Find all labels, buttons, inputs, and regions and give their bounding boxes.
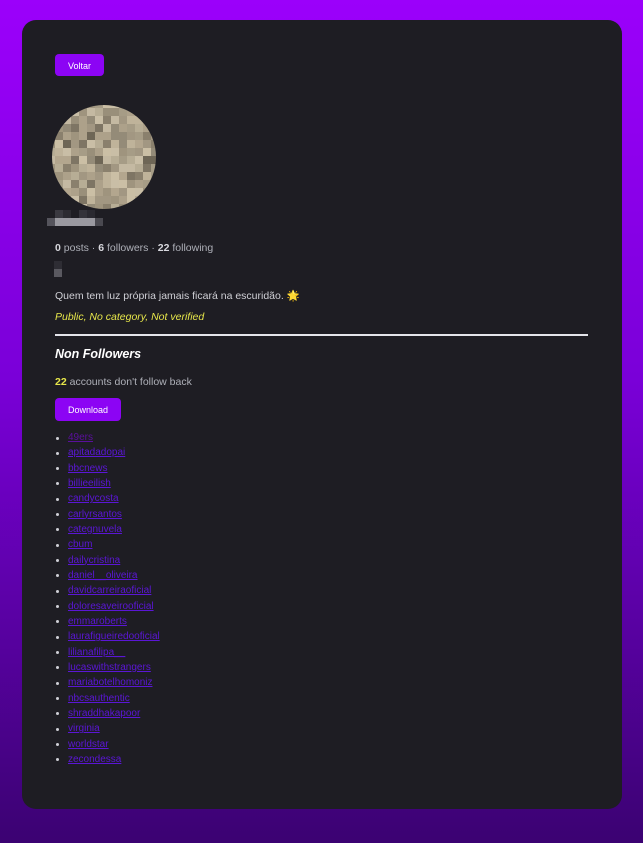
list-item: laurafigueiredooficial: [55, 629, 355, 644]
bullet-icon: [56, 681, 59, 685]
list-item: zecondessa: [55, 752, 355, 767]
bullet-icon: [56, 451, 59, 455]
bullet-icon: [56, 758, 59, 762]
censored-detail: [54, 261, 62, 277]
username-censored: [47, 210, 103, 226]
star-icon: 🌟: [286, 290, 300, 302]
following-count: 22: [157, 242, 170, 254]
list-item: worldstar: [55, 737, 355, 752]
bullet-icon: [56, 727, 59, 731]
list-item: mariabotelhomoniz: [55, 675, 355, 690]
bullet-icon: [56, 620, 59, 624]
list-item: shraddhakapoor: [55, 706, 355, 721]
profile-meta: Public, No category, Not verified: [55, 311, 205, 323]
list-item: bbcnews: [55, 461, 355, 476]
bullet-icon: [56, 635, 59, 639]
user-link[interactable]: worldstar: [68, 739, 109, 750]
user-link[interactable]: cbum: [68, 539, 92, 550]
user-link[interactable]: billieeilish: [68, 478, 111, 489]
bullet-icon: [56, 697, 59, 701]
user-link[interactable]: laurafigueiredooficial: [68, 631, 160, 642]
user-link[interactable]: nbcsauthentic: [68, 693, 130, 704]
list-item: emmaroberts: [55, 614, 355, 629]
posts-count: 0: [55, 242, 61, 254]
download-button[interactable]: Download: [55, 398, 121, 421]
list-item: davidcarreiraoficial: [55, 583, 355, 598]
bullet-icon: [56, 543, 59, 547]
list-item: cbum: [55, 537, 355, 552]
list-item: apitadadopai: [55, 445, 355, 460]
following-label: following: [172, 242, 214, 254]
user-link[interactable]: virginia: [68, 723, 100, 734]
user-link[interactable]: doloresaveirooficial: [68, 601, 154, 612]
profile-avatar: [47, 100, 161, 214]
user-link[interactable]: daniel__oliveira: [68, 570, 138, 581]
bullet-icon: [56, 589, 59, 593]
list-item: daniel__oliveira: [55, 568, 355, 583]
user-link[interactable]: candycosta: [68, 493, 119, 504]
user-link[interactable]: apitadadopai: [68, 447, 125, 458]
bullet-icon: [56, 743, 59, 747]
list-item: nbcsauthentic: [55, 691, 355, 706]
section-title: Non Followers: [55, 347, 142, 361]
bullet-icon: [56, 651, 59, 655]
user-link[interactable]: mariabotelhomoniz: [68, 677, 153, 688]
followers-count: 6: [98, 242, 105, 254]
list-item: 49ers: [55, 430, 355, 445]
count-number: 22: [55, 376, 67, 388]
profile-bio: Quem tem luz própria jamais ficará na es…: [55, 289, 300, 302]
bullet-icon: [56, 513, 59, 517]
list-item: doloresaveirooficial: [55, 599, 355, 614]
count-label: accounts don't follow back: [69, 376, 192, 388]
bullet-icon: [56, 467, 59, 471]
stats-separator: ·: [91, 242, 96, 254]
user-link[interactable]: shraddhakapoor: [68, 708, 140, 719]
bullet-icon: [56, 574, 59, 578]
bullet-icon: [56, 528, 59, 532]
user-link[interactable]: lucaswithstrangers: [68, 662, 151, 673]
bullet-icon: [56, 712, 59, 716]
posts-label: posts: [63, 242, 89, 254]
bio-text: Quem tem luz própria jamais ficará na es…: [55, 290, 284, 302]
list-item: categnuvela: [55, 522, 355, 537]
non-followers-list: 49ers apitadadopai bbcnews billieeilish cand…: [55, 430, 355, 767]
user-link[interactable]: lilianafilipa__: [68, 647, 125, 658]
list-item: carlyrsantos: [55, 507, 355, 522]
stats-separator: ·: [151, 242, 155, 254]
profile-stats: 0 posts · 6 followers · 22 following: [55, 242, 213, 254]
list-item: billieeilish: [55, 476, 355, 491]
back-button[interactable]: Voltar: [55, 54, 104, 76]
bullet-icon: [56, 436, 59, 440]
user-link[interactable]: dailycristina: [68, 555, 120, 566]
user-link[interactable]: emmaroberts: [68, 616, 127, 627]
bullet-icon: [56, 497, 59, 501]
profile-card: Voltar 0 posts · 6 followers · 22 follow…: [22, 20, 622, 809]
bullet-icon: [56, 605, 59, 609]
list-item: candycosta: [55, 491, 355, 506]
user-link[interactable]: bbcnews: [68, 463, 107, 474]
bullet-icon: [56, 482, 59, 486]
user-link[interactable]: davidcarreiraoficial: [68, 585, 151, 596]
bullet-icon: [56, 559, 59, 563]
user-link[interactable]: 49ers: [68, 432, 93, 443]
bullet-icon: [56, 666, 59, 670]
section-divider: [55, 334, 588, 336]
user-link[interactable]: categnuvela: [68, 524, 122, 535]
non-followers-count: 22 accounts don't follow back: [55, 376, 192, 388]
list-item: lucaswithstrangers: [55, 660, 355, 675]
list-item: lilianafilipa__: [55, 645, 355, 660]
list-item: dailycristina: [55, 553, 355, 568]
list-item: virginia: [55, 721, 355, 736]
user-link[interactable]: zecondessa: [68, 754, 121, 765]
user-link[interactable]: carlyrsantos: [68, 509, 122, 520]
followers-label: followers: [106, 242, 149, 254]
